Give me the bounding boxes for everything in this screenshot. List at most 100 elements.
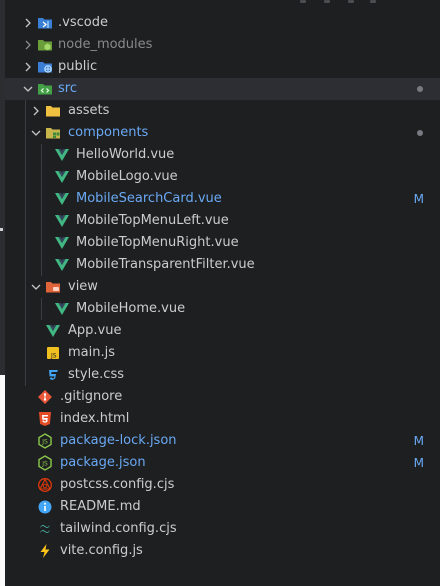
tree-item-postcss-config[interactable]: postcss.config.cjs [5,474,440,496]
tree-item-main-js[interactable]: JS main.js [5,342,440,364]
modified-badge: M [413,192,424,206]
indent-guide [25,364,26,386]
tree-item-mobiletopmenuleft[interactable]: MobileTopMenuLeft.vue [5,210,440,232]
indent-guide [41,298,42,320]
tree-item-view[interactable]: view [5,276,440,298]
item-label: MobileHome.vue [76,301,186,316]
tree-item-node-modules[interactable]: node_modules [5,34,440,56]
tree-item-package-json[interactable]: JS package.json M [5,452,440,474]
item-label: HelloWorld.vue [76,147,175,162]
indent-guide [25,210,26,232]
indent-guide [25,342,26,364]
item-label: package.json [60,455,146,470]
item-label: MobileTopMenuRight.vue [76,235,239,250]
vite-lightning-icon [37,543,53,559]
tree-item-mobiletopmenuright[interactable]: MobileTopMenuRight.vue [5,232,440,254]
chevron-right-icon[interactable] [29,100,43,122]
tree-item-gitignore[interactable]: .gitignore [5,386,440,408]
svg-text:JS: JS [41,439,48,446]
tree-item-index-html[interactable]: index.html [5,408,440,430]
components-folder-icon [45,125,61,141]
item-label: view [68,279,98,294]
tree-item-mobilelogo[interactable]: MobileLogo.vue [5,166,440,188]
vue-file-icon [54,213,70,229]
tree-item-app-vue[interactable]: App.vue [5,320,440,342]
changes-dot [417,86,423,92]
indent-guide [25,276,26,298]
nodejs-icon: JS [37,433,53,449]
chevron-down-icon[interactable] [29,122,43,144]
edge-marker [0,228,3,231]
public-folder-icon [37,59,53,75]
tree-item-public[interactable]: public [5,56,440,78]
tree-item-helloworld[interactable]: HelloWorld.vue [5,144,440,166]
chevron-down-icon[interactable] [21,78,35,100]
js-file-icon: JS [45,345,61,361]
item-label: components [68,125,149,140]
item-label: MobileTopMenuLeft.vue [76,213,229,228]
indent-guide [25,188,26,210]
item-label: public [58,59,98,74]
node-folder-icon [37,37,53,53]
item-label: MobileLogo.vue [76,169,178,184]
item-label: README.md [60,499,141,514]
item-label: .gitignore [60,389,123,404]
indent-guide [25,166,26,188]
tree-item-vite-config[interactable]: vite.config.js [5,540,440,562]
item-label: vscode [62,15,108,30]
vue-file-icon [54,147,70,163]
item-label: tailwind.config.cjs [60,521,177,536]
vue-file-icon [54,301,70,317]
tree-item-src[interactable]: src [5,78,440,100]
item-label: MobileTransparentFilter.vue [76,257,255,272]
vue-file-icon [45,323,61,339]
assets-folder-icon [45,103,61,119]
item-label: package-lock.json [60,433,177,448]
indent-guide [25,122,26,144]
chevron-right-icon[interactable] [21,34,35,56]
vue-file-icon [54,235,70,251]
tree-item-vscode[interactable]: .vscode [5,12,440,34]
indent-guide [41,166,42,188]
tree-item-components[interactable]: components [5,122,440,144]
vue-file-icon [54,257,70,273]
item-label: node_modules [58,37,153,52]
item-label: main.js [68,345,115,360]
toolbar-remnant [300,0,420,4]
tailwind-icon [37,521,53,537]
tree-item-mobilehome[interactable]: MobileHome.vue [5,298,440,320]
view-folder-icon [45,279,61,295]
item-label: MobileSearchCard.vue [76,191,222,206]
tree-item-mobiletransparentfilter[interactable]: MobileTransparentFilter.vue [5,254,440,276]
modified-badge: M [413,456,424,470]
src-folder-icon [37,81,53,97]
indent-guide [25,254,26,276]
item-label: src [58,81,77,96]
postcss-icon [37,477,53,493]
tree-item-readme[interactable]: README.md [5,496,440,518]
indent-guide [25,144,26,166]
item-label: index.html [60,411,130,426]
svg-text:JS: JS [50,353,57,360]
tree-item-assets[interactable]: assets [5,100,440,122]
chevron-right-icon[interactable] [21,12,35,34]
chevron-down-icon[interactable] [29,276,43,298]
indent-guide [25,320,26,342]
indent-guide [25,100,26,122]
indent-guide [41,188,42,210]
tree-item-package-lock[interactable]: JS package-lock.json M [5,430,440,452]
modified-badge: M [413,434,424,448]
tree-item-mobilesearchcard[interactable]: MobileSearchCard.vue M [5,188,440,210]
chevron-right-icon[interactable] [21,56,35,78]
changes-dot [417,130,423,136]
item-label: vite.config.js [60,543,143,558]
indent-guide [25,298,26,320]
item-label: style.css [68,367,124,382]
tree-item-tailwind-config[interactable]: tailwind.config.cjs [5,518,440,540]
tree-item-style-css[interactable]: style.css [5,364,440,386]
indent-guide [41,144,42,166]
info-icon [37,499,53,515]
file-explorer: .vscode node_modules public src assets c… [0,0,440,586]
indent-guide [25,232,26,254]
vue-file-icon [54,169,70,185]
